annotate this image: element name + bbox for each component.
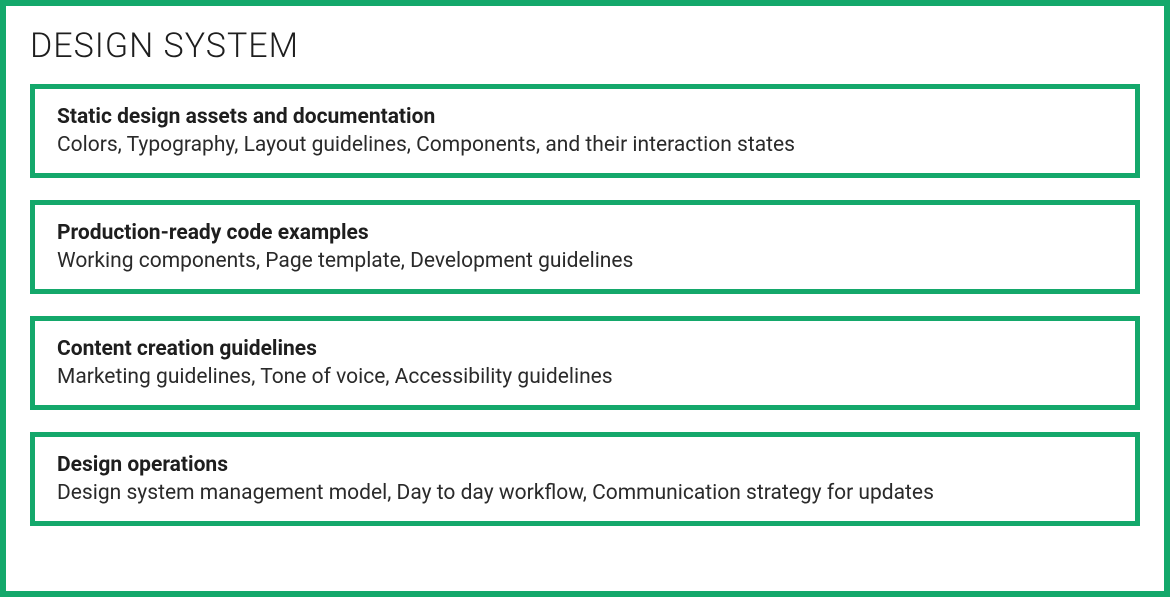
card-design-operations: Design operations Design system manageme… — [30, 432, 1140, 526]
design-system-frame: DESIGN SYSTEM Static design assets and d… — [0, 0, 1170, 597]
card-desc: Marketing guidelines, Tone of voice, Acc… — [57, 365, 1113, 389]
card-desc: Colors, Typography, Layout guidelines, C… — [57, 133, 1113, 157]
card-desc: Working components, Page template, Devel… — [57, 249, 1113, 273]
card-title: Design operations — [57, 453, 1113, 477]
cards-container: Static design assets and documentation C… — [30, 84, 1140, 567]
card-production-ready-code: Production-ready code examples Working c… — [30, 200, 1140, 294]
card-static-design-assets: Static design assets and documentation C… — [30, 84, 1140, 178]
card-title: Static design assets and documentation — [57, 105, 1113, 129]
card-desc: Design system management model, Day to d… — [57, 481, 1113, 505]
card-title: Production-ready code examples — [57, 221, 1113, 245]
card-title: Content creation guidelines — [57, 337, 1113, 361]
design-system-title: DESIGN SYSTEM — [30, 26, 1140, 66]
card-content-creation-guidelines: Content creation guidelines Marketing gu… — [30, 316, 1140, 410]
